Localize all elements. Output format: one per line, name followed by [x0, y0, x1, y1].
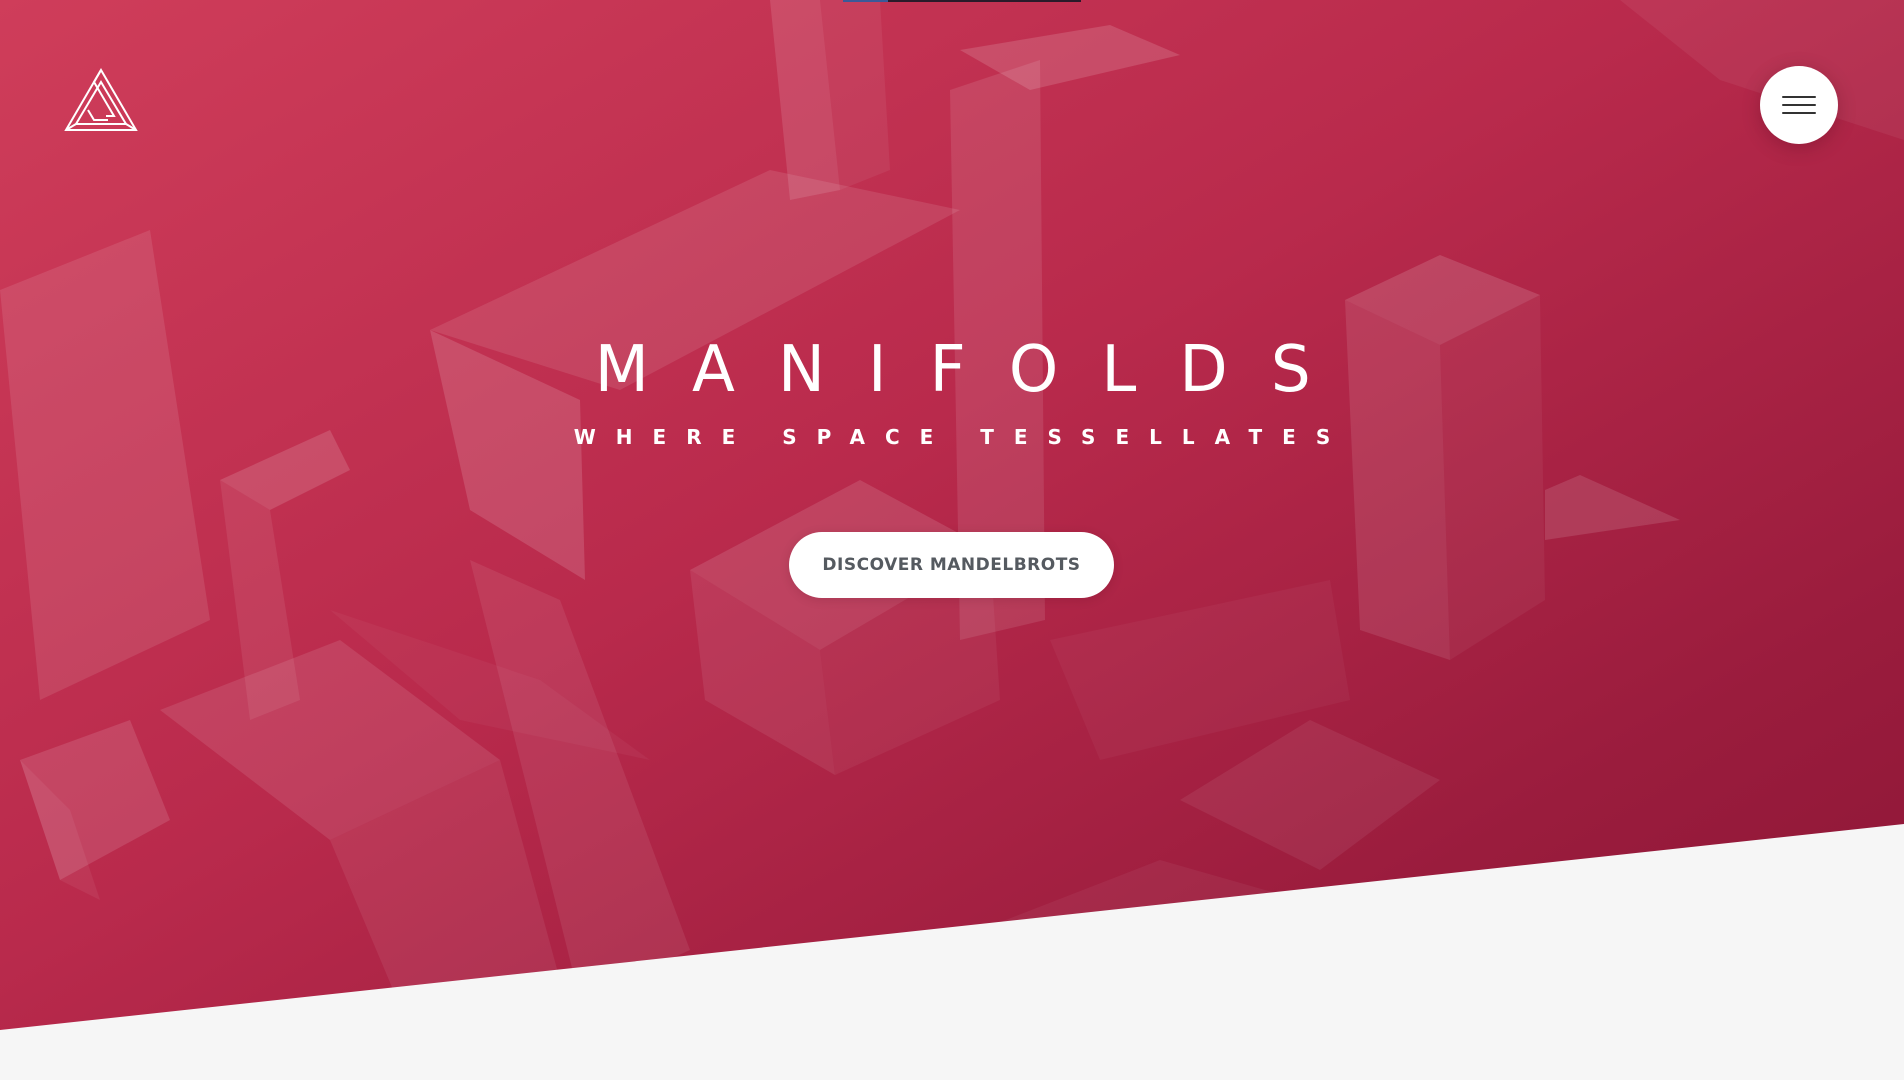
top-progress-fill: [843, 0, 888, 2]
menu-button[interactable]: [1760, 66, 1838, 144]
hero-title: MANIFOLDS: [0, 330, 1904, 410]
background-blocks-illustration: [0, 0, 1904, 1030]
hero-section: [0, 0, 1904, 1030]
top-progress-strip: [843, 0, 1081, 2]
hero-title-text: MANIFOLDS: [594, 333, 1354, 407]
discover-mandelbrots-button[interactable]: DISCOVER MANDELBROTS: [789, 532, 1114, 598]
page: MANIFOLDS WHERE SPACE TESSELLATES DISCOV…: [0, 0, 1904, 1080]
hero-subtitle: WHERE SPACE TESSELLATES: [573, 425, 1351, 449]
impossible-triangle-icon[interactable]: [64, 68, 138, 134]
hamburger-menu-icon: [1782, 95, 1816, 115]
